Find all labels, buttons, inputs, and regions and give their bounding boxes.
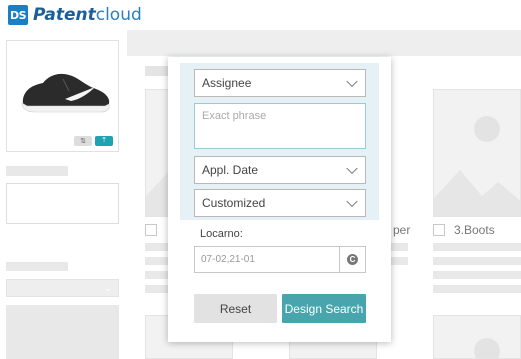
chevron-down-icon <box>346 75 358 88</box>
assignee-dropdown[interactable]: Assignee <box>194 69 366 97</box>
image-placeholder-mountain <box>434 170 520 216</box>
card-placeholder-line <box>391 257 408 265</box>
left-dropdown[interactable]: ⌄ <box>6 279 119 297</box>
result-card-checkbox[interactable] <box>433 224 445 236</box>
left-input-box[interactable] <box>6 183 119 224</box>
result-card-label[interactable]: per <box>393 223 410 237</box>
chevron-down-icon <box>346 195 358 208</box>
exact-phrase-placeholder: Exact phrase <box>202 110 267 122</box>
upload-icon: ⤒ <box>102 137 106 144</box>
card-placeholder-line <box>433 243 521 251</box>
card-placeholder-line <box>433 257 521 265</box>
results-toolbar-placeholder <box>127 30 521 56</box>
copyright-icon: C <box>347 254 358 265</box>
assignee-dropdown-label: Assignee <box>202 76 252 90</box>
locarno-lookup-button[interactable]: C <box>340 246 366 273</box>
date-range-dropdown-label: Customized <box>202 196 266 210</box>
crop-icon: ⇅ <box>80 138 86 145</box>
appl-date-dropdown[interactable]: Appl. Date <box>194 156 366 184</box>
locarno-label: Locarno: <box>200 228 243 240</box>
appl-date-dropdown-label: Appl. Date <box>202 163 259 177</box>
date-range-dropdown[interactable]: Customized <box>194 189 366 217</box>
logo-mark: DS <box>8 5 28 25</box>
chevron-down-icon <box>346 162 358 175</box>
chevron-down-icon: ⌄ <box>104 283 112 293</box>
advanced-search-popup: Assignee Exact phrase Appl. Date Customi… <box>168 57 391 342</box>
result-card-image[interactable] <box>433 315 521 359</box>
locarno-placeholder: 07-02,21-01 <box>201 254 255 265</box>
crop-button[interactable]: ⇅ <box>74 136 92 146</box>
upload-button[interactable]: ⤒ <box>95 136 113 146</box>
design-search-button[interactable]: Design Search <box>282 294 366 323</box>
logo-text-light: cloud <box>95 5 142 25</box>
reset-button[interactable]: Reset <box>194 294 277 323</box>
logo-text-bold: Patent <box>33 5 96 25</box>
logo-text: Patentcloud <box>33 5 142 25</box>
app-logo[interactable]: DS Patentcloud <box>8 4 142 26</box>
card-placeholder-line <box>433 285 521 293</box>
result-card-checkbox[interactable] <box>145 224 157 236</box>
locarno-input[interactable]: 07-02,21-01 <box>194 246 340 273</box>
result-card-label[interactable]: 3.Boots <box>454 223 495 237</box>
card-placeholder-line <box>391 243 408 251</box>
result-card-image[interactable] <box>433 89 521 217</box>
left-placeholder-line <box>6 166 68 176</box>
image-placeholder-icon <box>474 116 500 142</box>
image-placeholder-icon <box>474 338 500 358</box>
sneaker-image <box>21 73 110 113</box>
left-placeholder-line <box>6 262 68 271</box>
card-placeholder-line <box>433 271 521 279</box>
left-placeholder-block <box>6 305 119 359</box>
exact-phrase-input[interactable]: Exact phrase <box>194 103 366 149</box>
results-placeholder-line <box>145 66 169 76</box>
uploaded-image-thumbnail: ⇅ ⤒ <box>6 40 119 152</box>
